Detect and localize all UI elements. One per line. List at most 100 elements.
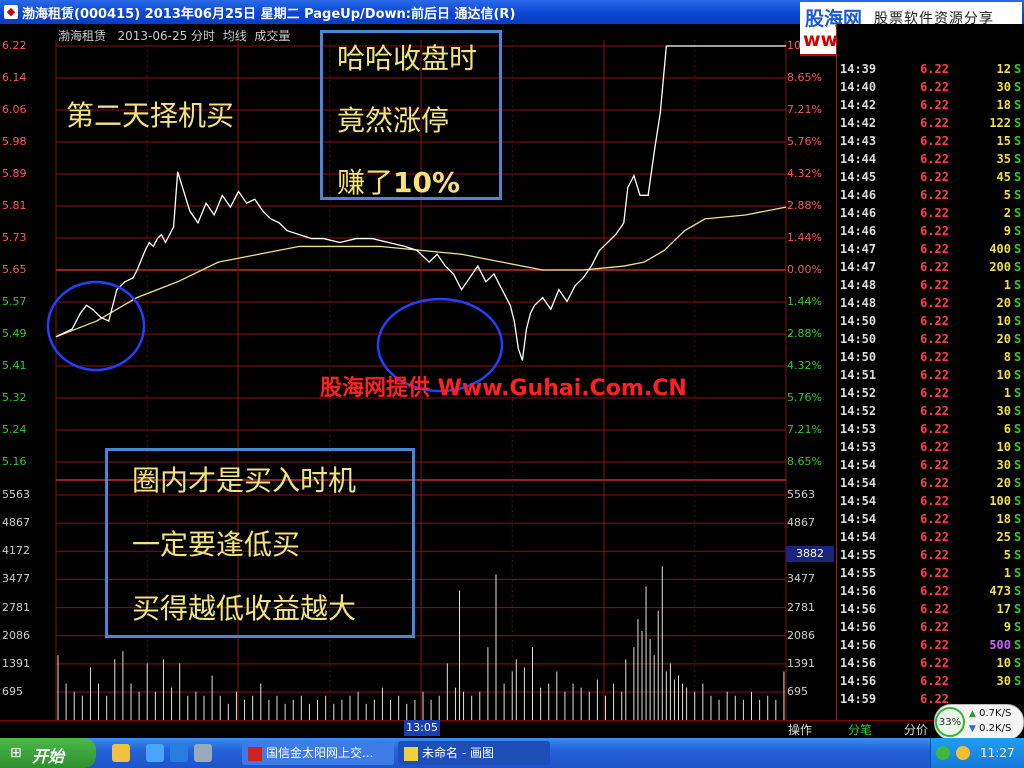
percent-tick-label: 2.88% [787,199,822,212]
tick-row[interactable]: 14:45 6.22 45 S [837,170,1024,188]
tick-side-flag: S [1014,188,1022,202]
tick-row[interactable]: 14:50 6.22 8 S [837,350,1024,368]
tick-row[interactable]: 14:56 6.22 9 S [837,620,1024,638]
price-tick-label: 5.81 [2,199,27,212]
upload-speed: ▲ 0.7K/S [969,708,1011,719]
tick-row[interactable]: 14:43 6.22 15 S [837,134,1024,152]
tick-price: 6.22 [920,602,949,616]
tab-price-distribution[interactable]: 分价 [904,721,928,738]
download-speed-value: 0.2K/S [979,723,1012,734]
show-desktop-icon[interactable] [112,744,130,762]
volume-tick-label: 2086 [2,628,30,642]
tick-volume: 122 [989,116,1011,130]
tick-time: 14:50 [840,350,877,364]
tick-row[interactable]: 14:46 6.22 5 S [837,188,1024,206]
watermark-text: 股海网提供 Www.Guhai.Com.CN [320,376,687,401]
tray-status-icon[interactable] [936,746,950,760]
percent-tick-label: 1.44% [787,231,822,244]
tick-row[interactable]: 14:42 6.22 18 S [837,98,1024,116]
trading-app-icon [248,746,262,761]
price-tick-label: 5.16 [2,455,27,468]
taskbar-item-trading[interactable]: 国信金太阳网上交... [242,741,394,765]
taskbar-item-paint[interactable]: 未命名 - 画图 [398,741,550,765]
tick-row[interactable]: 14:56 6.22 10 S [837,656,1024,674]
tick-time: 14:56 [840,602,877,616]
tick-volume: 10 [996,440,1011,454]
tick-row[interactable]: 14:40 6.22 30 S [837,80,1024,98]
tick-side-flag: S [1014,314,1022,328]
tick-volume: 2 [1003,206,1011,220]
tick-row[interactable]: 14:53 6.22 6 S [837,422,1024,440]
price-tick-label: 6.22 [2,39,27,52]
tick-row[interactable]: 14:54 6.22 25 S [837,530,1024,548]
taskbar-item-label: 国信金太阳网上交... [266,746,374,760]
tick-row[interactable]: 14:55 6.22 5 S [837,548,1024,566]
tick-row[interactable]: 14:55 6.22 1 S [837,566,1024,584]
tick-time: 14:56 [840,584,877,598]
tick-row[interactable]: 14:54 6.22 30 S [837,458,1024,476]
network-speed-widget[interactable]: 33% ▲ 0.7K/S ▼ 0.2K/S [934,704,1024,740]
tick-time: 14:46 [840,188,877,202]
tick-row[interactable]: 14:50 6.22 10 S [837,314,1024,332]
chart-header: 渤海租赁 2013-06-25 分时 均线 成交量 [58,27,290,44]
tick-volume: 9 [1003,224,1011,238]
tick-row[interactable]: 14:52 6.22 30 S [837,404,1024,422]
tick-row[interactable]: 14:54 6.22 100 S [837,494,1024,512]
tick-row[interactable]: 14:50 6.22 20 S [837,332,1024,350]
tick-row[interactable]: 14:48 6.22 1 S [837,278,1024,296]
media-player-icon[interactable] [170,744,188,762]
tick-row[interactable]: 14:51 6.22 10 S [837,368,1024,386]
price-tick-label: 6.06 [2,103,27,116]
tick-row[interactable]: 14:46 6.22 9 S [837,224,1024,242]
percent-tick-label: 1.44% [787,295,822,308]
tick-price: 6.22 [920,548,949,562]
tick-side-flag: S [1014,602,1022,616]
tick-time: 14:50 [840,314,877,328]
browser-icon[interactable] [146,744,164,762]
tick-row[interactable]: 14:44 6.22 35 S [837,152,1024,170]
tick-price: 6.22 [920,584,949,598]
price-tick-label: 5.65 [2,263,27,276]
tick-side-flag: S [1014,242,1022,256]
tick-row[interactable]: 14:52 6.22 1 S [837,386,1024,404]
tab-tick-trades[interactable]: 分笔 [848,721,872,738]
tick-volume: 1 [1003,566,1011,580]
time-cursor-marker: 13:05 [404,720,440,736]
tick-row[interactable]: 14:53 6.22 10 S [837,440,1024,458]
tick-trades-panel[interactable]: 14:39 6.22 12 S 14:40 6.22 30 S 14:42 6.22 18 S 14:4… [836,24,1024,720]
tick-row[interactable]: 14:56 6.22 500 S [837,638,1024,656]
tray-help-icon[interactable] [956,746,970,760]
tick-row[interactable]: 14:56 6.22 17 S [837,602,1024,620]
cpu-percent: 33% [935,707,965,737]
tick-time: 14:52 [840,404,877,418]
percent-tick-label: 7.21% [787,103,822,116]
chart-date: 2013-06-25 [117,29,188,43]
tick-time: 14:47 [840,260,877,274]
volume-tick-label-right: 2086 [787,628,815,642]
volume-tick-label: 4867 [2,516,30,530]
tick-row[interactable]: 14:56 6.22 30 S [837,674,1024,692]
tick-row[interactable]: 14:54 6.22 18 S [837,512,1024,530]
tick-row[interactable]: 14:39 6.22 12 S [837,62,1024,80]
tick-price: 6.22 [920,206,949,220]
tick-time: 14:53 [840,422,877,436]
tick-row[interactable]: 14:54 6.22 20 S [837,476,1024,494]
tick-row[interactable]: 14:42 6.22 122 S [837,116,1024,134]
tick-price: 6.22 [920,242,949,256]
tick-time: 14:43 [840,134,877,148]
explorer-icon[interactable] [194,744,212,762]
tick-row[interactable]: 14:48 6.22 20 S [837,296,1024,314]
tick-time: 14:47 [840,242,877,256]
tick-price: 6.22 [920,152,949,166]
tick-side-flag: S [1014,368,1022,382]
tick-row[interactable]: 14:47 6.22 200 S [837,260,1024,278]
tick-volume: 25 [996,530,1011,544]
tick-row[interactable]: 14:56 6.22 473 S [837,584,1024,602]
operations-button[interactable]: 操作 [788,721,812,738]
annotation-text: 赚了 [337,166,394,199]
tick-volume: 5 [1003,548,1011,562]
tick-row[interactable]: 14:46 6.22 2 S [837,206,1024,224]
start-button[interactable]: ⊞ 开始 [0,738,96,768]
chart-mode: 分时 [191,29,216,43]
tick-row[interactable]: 14:47 6.22 400 S [837,242,1024,260]
